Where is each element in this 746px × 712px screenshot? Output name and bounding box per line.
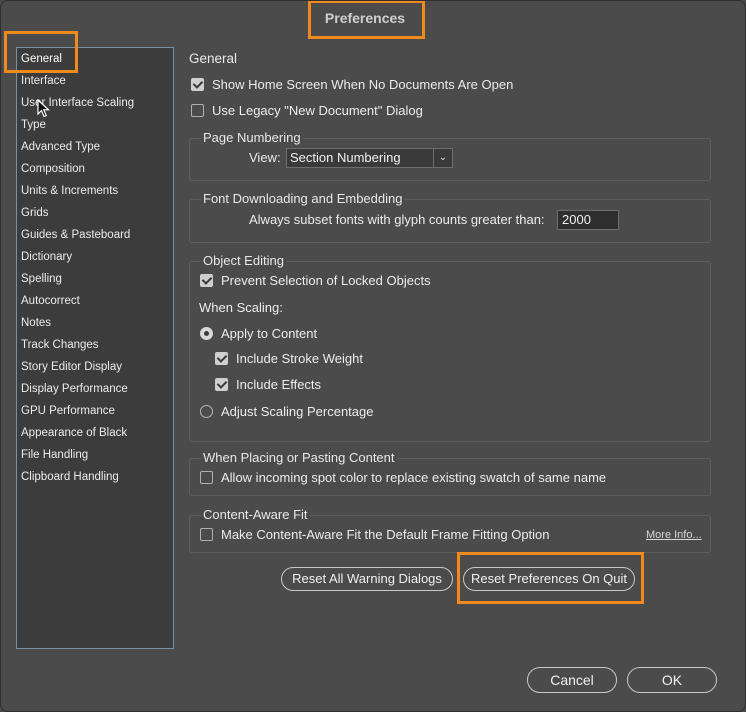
make-default-label: Make Content-Aware Fit the Default Frame…	[221, 527, 550, 542]
adjust-scaling-radio[interactable]: Adjust Scaling Percentage	[200, 403, 373, 421]
legacy-dialog-label: Use Legacy "New Document" Dialog	[212, 103, 423, 118]
checkbox-checked-icon	[215, 352, 228, 366]
sidebar-item-units[interactable]: Units & Increments	[21, 181, 118, 201]
subset-value-input[interactable]: 2000	[557, 210, 619, 230]
sidebar-item-track-changes[interactable]: Track Changes	[21, 335, 99, 355]
include-stroke-checkbox[interactable]: Include Stroke Weight	[215, 350, 363, 368]
preferences-window: Preferences General Interface User Inter…	[0, 0, 746, 712]
include-effects-label: Include Effects	[236, 377, 322, 392]
mouse-cursor-icon	[37, 99, 51, 118]
sidebar-item-gpu-performance[interactable]: GPU Performance	[21, 401, 115, 421]
checkbox-unchecked-icon	[200, 528, 213, 542]
sidebar-item-composition[interactable]: Composition	[21, 159, 85, 179]
sidebar-item-appearance-black[interactable]: Appearance of Black	[21, 423, 127, 443]
checkbox-checked-icon	[200, 274, 213, 288]
apply-to-content-radio[interactable]: Apply to Content	[200, 325, 317, 343]
sidebar-item-general[interactable]: General	[21, 49, 62, 69]
apply-to-content-label: Apply to Content	[221, 326, 318, 341]
show-home-screen-checkbox[interactable]: Show Home Screen When No Documents Are O…	[191, 76, 513, 94]
sidebar-item-clipboard[interactable]: Clipboard Handling	[21, 467, 119, 487]
include-effects-checkbox[interactable]: Include Effects	[215, 376, 321, 394]
checkbox-unchecked-icon	[200, 471, 213, 485]
adjust-scaling-label: Adjust Scaling Percentage	[221, 404, 374, 419]
chevron-down-icon: ⌄	[433, 149, 452, 167]
view-select[interactable]: Section Numbering ⌄	[286, 148, 453, 168]
when-scaling-label: When Scaling:	[199, 300, 283, 315]
prevent-selection-label: Prevent Selection of Locked Objects	[221, 273, 431, 288]
legacy-dialog-checkbox[interactable]: Use Legacy "New Document" Dialog	[191, 102, 423, 120]
allow-spot-label: Allow incoming spot color to replace exi…	[221, 470, 607, 485]
font-downloading-title: Font Downloading and Embedding	[201, 191, 405, 206]
checkbox-checked-icon	[191, 78, 204, 92]
object-editing-title: Object Editing	[201, 253, 286, 268]
include-stroke-label: Include Stroke Weight	[236, 351, 363, 366]
radio-selected-icon	[200, 327, 213, 341]
content-aware-title: Content-Aware Fit	[201, 507, 310, 522]
placing-title: When Placing or Pasting Content	[201, 450, 397, 465]
reset-warning-dialogs-button[interactable]: Reset All Warning Dialogs	[281, 567, 453, 591]
checkbox-unchecked-icon	[191, 104, 204, 118]
more-info-link[interactable]: More Info...	[646, 529, 702, 541]
ok-button[interactable]: OK	[627, 667, 717, 693]
sidebar-item-file-handling[interactable]: File Handling	[21, 445, 88, 465]
make-default-checkbox[interactable]: Make Content-Aware Fit the Default Frame…	[200, 526, 550, 544]
sidebar-item-grids[interactable]: Grids	[21, 203, 48, 223]
sidebar-item-spelling[interactable]: Spelling	[21, 269, 62, 289]
sidebar-item-interface[interactable]: Interface	[21, 71, 66, 91]
view-label: View:	[249, 150, 281, 165]
sidebar-item-guides[interactable]: Guides & Pasteboard	[21, 225, 130, 245]
view-select-value: Section Numbering	[290, 150, 401, 165]
sidebar-list: General Interface User Interface Scaling…	[16, 47, 174, 649]
checkbox-checked-icon	[215, 378, 228, 392]
sidebar-item-dictionary[interactable]: Dictionary	[21, 247, 72, 267]
show-home-screen-label: Show Home Screen When No Documents Are O…	[212, 77, 514, 92]
sidebar-item-display-performance[interactable]: Display Performance	[21, 379, 128, 399]
cancel-button[interactable]: Cancel	[527, 667, 617, 693]
title-bar: Preferences	[1, 1, 745, 35]
sidebar-item-story-editor[interactable]: Story Editor Display	[21, 357, 122, 377]
sidebar-item-advanced-type[interactable]: Advanced Type	[21, 137, 100, 157]
radio-unselected-icon	[200, 405, 213, 419]
window-title: Preferences	[324, 10, 406, 26]
prevent-selection-checkbox[interactable]: Prevent Selection of Locked Objects	[200, 272, 431, 290]
section-heading: General	[189, 51, 238, 66]
allow-spot-checkbox[interactable]: Allow incoming spot color to replace exi…	[200, 469, 606, 487]
page-numbering-title: Page Numbering	[201, 130, 303, 145]
sidebar-item-notes[interactable]: Notes	[21, 313, 51, 333]
sidebar-item-autocorrect[interactable]: Autocorrect	[21, 291, 80, 311]
subset-label: Always subset fonts with glyph counts gr…	[249, 212, 545, 227]
reset-preferences-button[interactable]: Reset Preferences On Quit	[463, 567, 635, 591]
